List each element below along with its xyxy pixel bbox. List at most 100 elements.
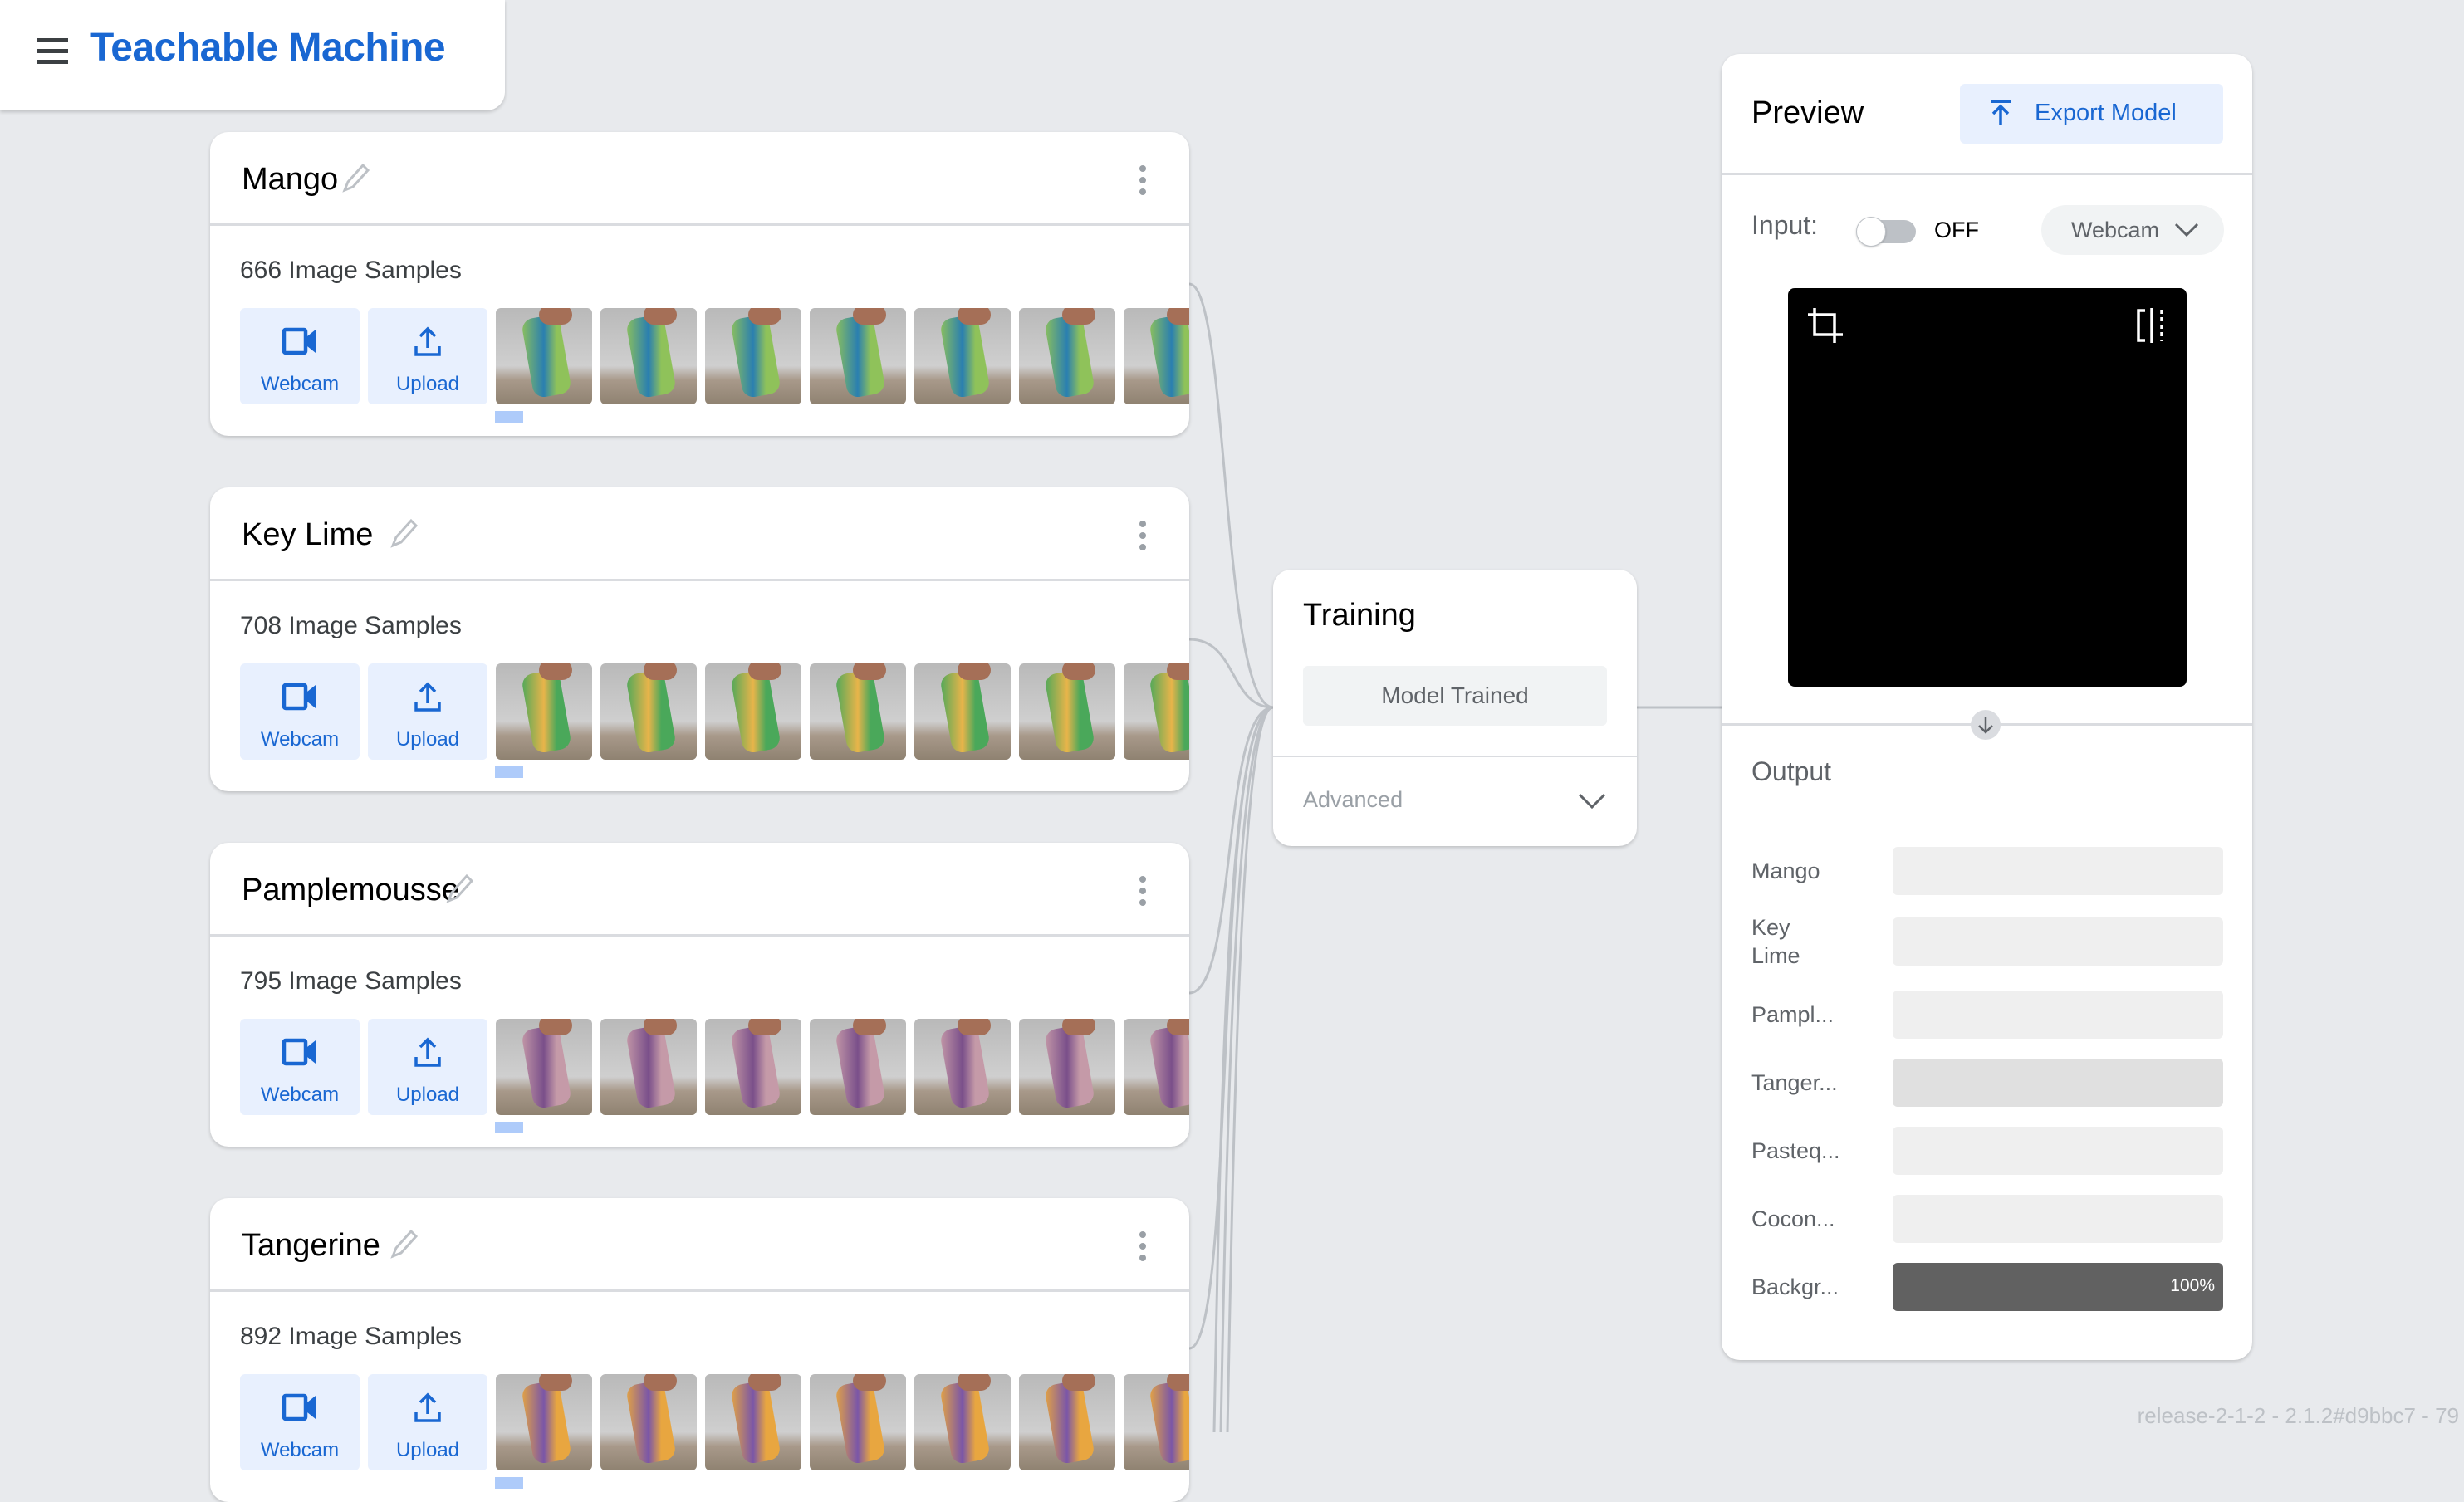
upload-button[interactable]: Upload [368,663,487,760]
sample-row: Webcam Upload [240,1374,1189,1470]
sample-thumbnail[interactable] [810,308,906,404]
connector-mango [1188,282,1274,709]
sample-thumbnail[interactable] [1124,1019,1189,1115]
sample-thumbnail[interactable] [914,308,1011,404]
more-options-icon[interactable] [1139,1231,1148,1261]
sample-thumbnail[interactable] [810,1374,906,1470]
version-label: release-2-1-2 - 2.1.2#d9bbc7 - 79 [2137,1403,2459,1428]
sample-thumbnail[interactable] [1124,1374,1189,1470]
webcam-button[interactable]: Webcam [240,1019,360,1115]
output-label: Cocon... [1751,1206,1835,1231]
crop-icon[interactable] [1806,306,1844,345]
sample-count: 708 Image Samples [240,612,462,639]
sample-thumbnail[interactable] [914,663,1011,760]
edit-pencil-icon[interactable] [340,162,373,195]
sample-thumbnail[interactable] [705,1019,801,1115]
output-label: Pasteq... [1751,1138,1840,1163]
app-header: Teachable Machine [0,0,505,110]
sample-thumbnail[interactable] [496,1019,592,1115]
class-name[interactable]: Tangerine [242,1228,380,1264]
upload-label: Upload [395,728,460,751]
sample-thumbnail[interactable] [496,1374,592,1470]
sample-thumbnail[interactable] [1124,663,1189,760]
videocam-icon [282,1393,316,1421]
sample-thumbnail[interactable] [496,663,592,760]
upload-icon [414,1037,441,1067]
confidence-bar [1893,847,2223,895]
flip-icon[interactable] [2135,306,2168,345]
sample-thumbnail[interactable] [600,1374,697,1470]
export-model-button[interactable]: Export Model [1960,84,2223,144]
divider [1273,756,1637,757]
upload-button[interactable]: Upload [368,1019,487,1115]
sample-thumbnail[interactable] [705,663,801,760]
sample-thumbnail[interactable] [914,1374,1011,1470]
more-options-icon[interactable] [1139,521,1148,550]
scroll-indicator[interactable] [495,1477,523,1489]
sample-thumbnail[interactable] [1019,1374,1115,1470]
class-card-header: Tangerine [210,1198,1189,1292]
chevron-down-icon[interactable] [1577,792,1607,810]
output-label: Key Lime [1751,915,1800,968]
toggle-state-label: OFF [1934,218,1979,242]
training-panel: Training Model Trained Advanced [1273,570,1637,846]
hamburger-menu-icon[interactable] [37,38,68,65]
upload-label: Upload [395,1084,460,1106]
webcam-button[interactable]: Webcam [240,308,360,404]
app-title[interactable]: Teachable Machine [90,25,446,71]
videocam-icon [282,1038,316,1066]
sample-thumbnail[interactable] [600,308,697,404]
input-toggle[interactable] [1856,217,1918,247]
videocam-icon [282,327,316,355]
upload-button[interactable]: Upload [368,308,487,404]
more-options-icon[interactable] [1139,876,1148,906]
scroll-indicator[interactable] [495,411,523,423]
webcam-label: Webcam [260,728,340,751]
sample-thumbnail[interactable] [1019,663,1115,760]
sample-thumbnail[interactable] [810,1019,906,1115]
scroll-indicator[interactable] [495,766,523,778]
class-card: Pamplemousse 795 Image Samples Webcam Up… [210,843,1189,1147]
sample-thumbnail[interactable] [600,663,697,760]
chevron-down-icon [2174,223,2199,237]
sample-thumbnail[interactable] [496,308,592,404]
output-row: Key Lime [1751,915,2223,968]
videocam-icon [282,683,316,711]
scroll-indicator[interactable] [495,1122,523,1133]
sample-row: Webcam Upload [240,663,1189,760]
upload-icon [414,682,441,712]
sample-thumbnail[interactable] [810,663,906,760]
output-row: Pasteq... [1751,1127,2223,1175]
sample-count: 666 Image Samples [240,257,462,284]
sample-thumbnail[interactable] [600,1019,697,1115]
input-source-dropdown[interactable]: Webcam [2041,205,2224,255]
sample-thumbnail[interactable] [914,1019,1011,1115]
upload-button[interactable]: Upload [368,1374,487,1470]
more-options-icon[interactable] [1139,165,1148,195]
output-row: Cocon... [1751,1195,2223,1243]
class-name[interactable]: Key Lime [242,517,373,553]
edit-pencil-icon[interactable] [388,517,421,550]
preview-title: Preview [1751,95,1864,130]
sample-thumbnail[interactable] [1019,308,1115,404]
edit-pencil-icon[interactable] [388,1228,421,1261]
sample-thumbnail[interactable] [705,308,801,404]
output-title: Output [1751,756,1832,786]
advanced-toggle[interactable]: Advanced [1303,787,1403,813]
class-name[interactable]: Pamplemousse [242,873,459,908]
sample-thumbnail[interactable] [1019,1019,1115,1115]
upload-icon [414,1392,441,1422]
training-title: Training [1303,598,1416,633]
upload-icon [414,326,441,356]
sample-row: Webcam Upload [240,1019,1189,1115]
confidence-percent: 100% [2170,1276,2215,1295]
webcam-button[interactable]: Webcam [240,663,360,760]
preview-panel: Preview Export Model Input: OFF Webcam O… [1722,54,2252,1360]
webcam-button[interactable]: Webcam [240,1374,360,1470]
sample-thumbnail[interactable] [1124,308,1189,404]
edit-pencil-icon[interactable] [443,873,477,906]
train-model-button[interactable]: Model Trained [1303,666,1607,726]
class-name[interactable]: Mango [242,162,338,198]
confidence-bar [1893,991,2223,1039]
sample-thumbnail[interactable] [705,1374,801,1470]
